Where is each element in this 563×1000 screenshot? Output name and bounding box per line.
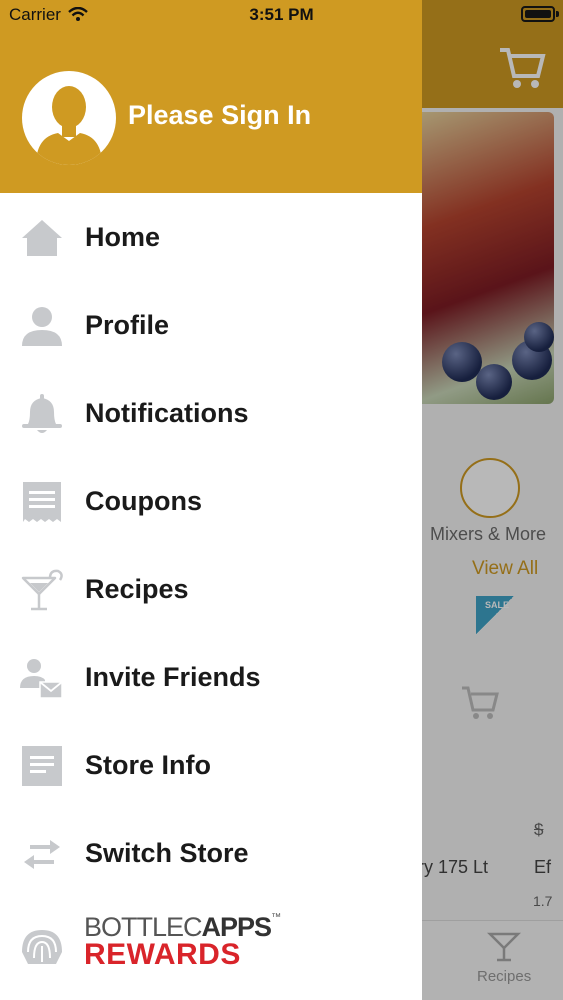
menu-item-coupons[interactable]: Coupons — [0, 458, 422, 546]
status-bar: Carrier 3:51 PM — [0, 0, 563, 30]
battery-icon — [521, 6, 555, 22]
menu-label: Invite Friends — [85, 662, 261, 692]
coupon-icon — [23, 482, 61, 522]
menu-item-profile[interactable]: Profile — [0, 282, 422, 370]
menu-label: Recipes — [85, 574, 189, 604]
rewards-logo-icon — [22, 930, 62, 964]
menu-item-switch-store[interactable]: Switch Store — [0, 810, 422, 898]
swap-arrows-icon — [24, 840, 60, 869]
document-icon — [22, 746, 62, 786]
menu-item-notifications[interactable]: Notifications — [0, 370, 422, 458]
menu-label: Switch Store — [85, 838, 249, 868]
sign-in-label[interactable]: Please Sign In — [128, 100, 311, 131]
menu-label: Home — [85, 222, 161, 252]
menu-item-home[interactable]: Home — [0, 194, 422, 282]
menu-item-invite-friends[interactable]: Invite Friends — [0, 634, 422, 722]
menu-label: Store Info — [85, 750, 211, 780]
home-icon — [22, 220, 62, 256]
rewards-label: REWARDS — [84, 938, 241, 971]
clock: 3:51 PM — [249, 5, 314, 24]
side-drawer: Please Sign In Home Profile Notification… — [0, 0, 422, 1000]
avatar[interactable] — [22, 71, 116, 165]
cocktail-icon — [21, 569, 63, 611]
menu-item-store-info[interactable]: Store Info — [0, 722, 422, 810]
menu-label: Coupons — [85, 486, 202, 516]
menu-label: Notifications — [85, 398, 249, 428]
menu-item-recipes[interactable]: Recipes — [0, 546, 422, 634]
rewards-link[interactable]: BOTTLECAPPS™ REWARDS — [0, 900, 422, 990]
menu-label: Profile — [85, 310, 170, 340]
invite-icon — [20, 659, 63, 699]
battery-tip — [556, 11, 559, 17]
bell-icon — [22, 394, 62, 433]
person-icon — [22, 307, 62, 346]
person-silhouette-icon — [36, 86, 102, 165]
